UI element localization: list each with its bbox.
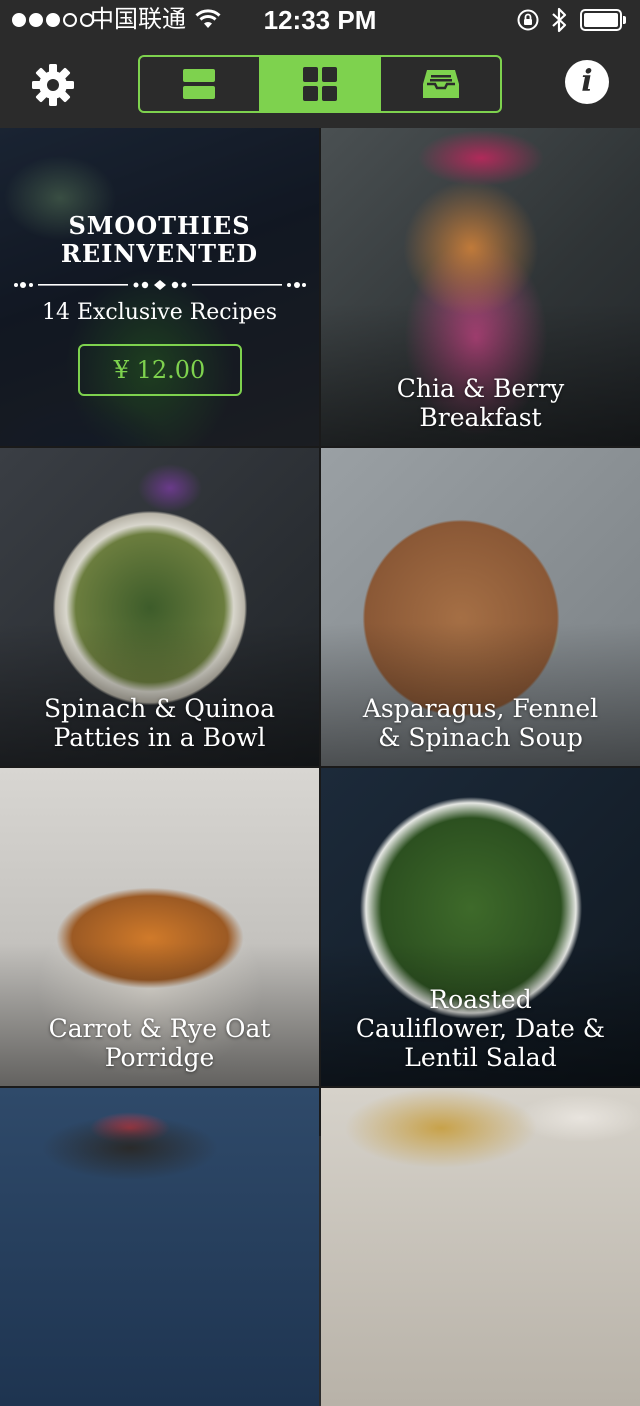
- status-bar: 中国联通 12:33 PM: [0, 0, 640, 40]
- rotation-lock-icon: [516, 8, 540, 37]
- recipe-tile-asparagus-soup[interactable]: Asparagus, Fennel & Spinach Soup: [321, 448, 640, 766]
- view-mode-switcher: [138, 55, 502, 113]
- recipe-title: Roasted Cauliflower, Date & Lentil Salad: [355, 985, 606, 1072]
- buy-price-button[interactable]: ¥ 12.00: [77, 344, 242, 396]
- info-icon: i: [581, 64, 593, 99]
- grid-view-tab[interactable]: [258, 57, 380, 111]
- clock: 12:33 PM: [263, 5, 377, 35]
- recipe-tile-carrot-porridge[interactable]: Carrot & Rye Oat Porridge: [0, 768, 319, 1086]
- recipe-tile-spinach-quinoa[interactable]: Spinach & Quinoa Patties in a Bowl: [0, 448, 319, 766]
- inbox-icon: [422, 70, 459, 98]
- navigation-bar: i: [0, 40, 640, 128]
- promo-subtitle: 14 Exclusive Recipes: [41, 300, 278, 325]
- info-button[interactable]: i: [565, 60, 609, 104]
- list-icon: [183, 69, 216, 99]
- promo-title-line1: SMOOTHIES: [68, 211, 251, 240]
- recipe-title: Carrot & Rye Oat Porridge: [48, 1014, 271, 1072]
- recipe-grid: SMOOTHIES REINVENTED 14 Exclusive Recipe…: [0, 128, 640, 1406]
- grid-icon: [303, 67, 337, 101]
- recipe-title: Chia & Berry Breakfast: [396, 374, 565, 432]
- recipe-tile-chia-berry[interactable]: Chia & Berry Breakfast: [321, 128, 640, 446]
- settings-button[interactable]: [28, 60, 78, 110]
- promo-tile-smoothies[interactable]: SMOOTHIES REINVENTED 14 Exclusive Recipe…: [0, 128, 319, 446]
- battery-icon: [580, 9, 626, 31]
- promo-content: SMOOTHIES REINVENTED 14 Exclusive Recipe…: [0, 128, 319, 446]
- promo-title-line2: REINVENTED: [60, 239, 259, 268]
- gear-icon: [32, 64, 74, 106]
- recipe-title: Spinach & Quinoa Patties in a Bowl: [43, 694, 276, 752]
- recipe-title: Asparagus, Fennel & Spinach Soup: [362, 694, 599, 752]
- archive-view-tab[interactable]: [379, 57, 500, 111]
- list-view-tab[interactable]: [140, 57, 259, 111]
- ornament-divider: [13, 280, 306, 290]
- bluetooth-icon: [550, 6, 568, 39]
- recipe-tile-cauliflower-salad[interactable]: Roasted Cauliflower, Date & Lentil Salad: [321, 768, 640, 1086]
- promo-title: SMOOTHIES REINVENTED: [61, 212, 258, 268]
